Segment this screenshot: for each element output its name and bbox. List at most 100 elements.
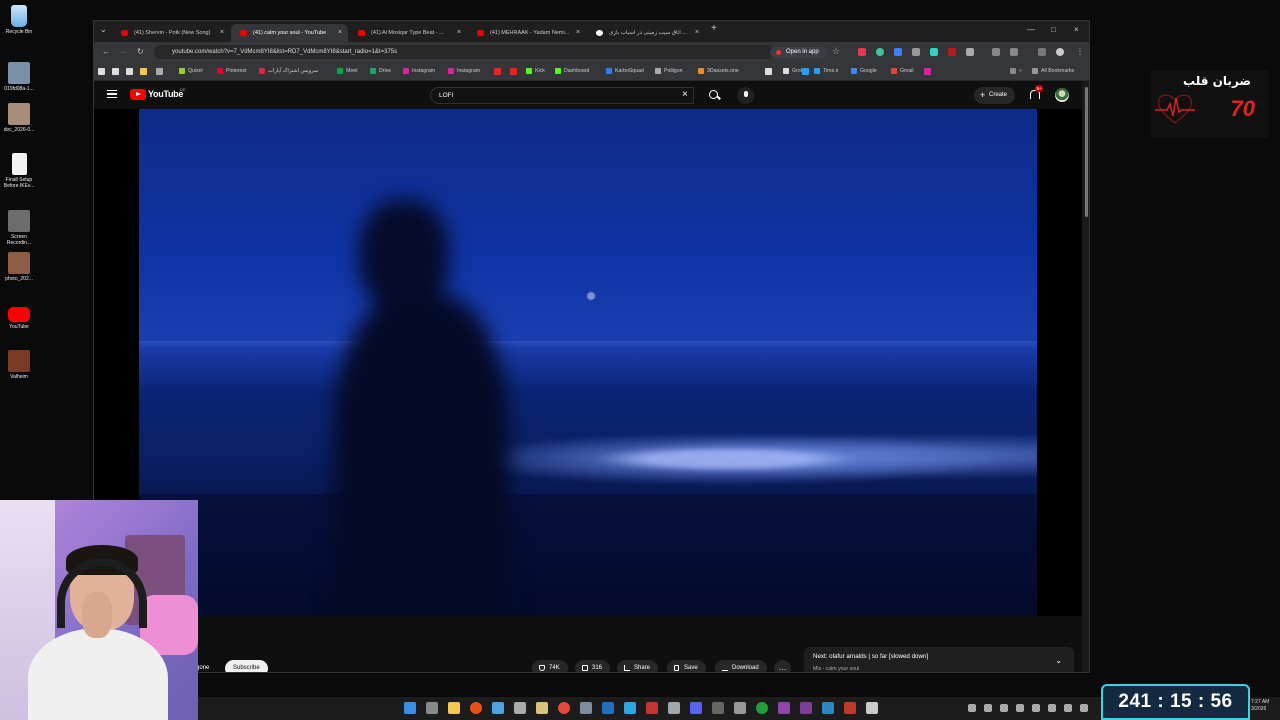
- telegram-icon[interactable]: [624, 702, 636, 714]
- tab-mehraak[interactable]: (41) MEHRAAK - Yadam Nemi... ×: [468, 24, 586, 42]
- taskbar-app-icon[interactable]: [844, 702, 856, 714]
- taskbar-app-icon[interactable]: [492, 702, 504, 714]
- tray-icon[interactable]: [984, 704, 992, 712]
- desktop-icon-document[interactable]: Finall Setup Before IKEv...: [2, 153, 36, 189]
- browser-menu-icon[interactable]: ⋮: [1076, 47, 1084, 56]
- bookmark-icon[interactable]: [924, 68, 931, 75]
- bookmark-drive[interactable]: Drive: [370, 67, 391, 75]
- taskbar-app-icon[interactable]: [756, 702, 768, 714]
- minimize-icon[interactable]: —: [1027, 25, 1035, 34]
- close-tab-icon[interactable]: ×: [220, 24, 224, 42]
- taskbar-app-icon[interactable]: [712, 702, 724, 714]
- comments-button[interactable]: 316: [575, 660, 611, 672]
- desktop-icon-youtube[interactable]: YouTube: [2, 305, 36, 330]
- tab-al-mosiqar[interactable]: (41) Al Mosiqar Type Beat - ... ×: [349, 24, 467, 42]
- discord-icon[interactable]: [690, 702, 702, 714]
- bookmark-folder-icon[interactable]: [140, 68, 147, 75]
- bookmark-folder-icon[interactable]: [126, 68, 133, 75]
- extensions-puzzle-icon[interactable]: [966, 48, 974, 56]
- tab-search-icon[interactable]: ⌄: [100, 25, 107, 34]
- clear-search-icon[interactable]: ×: [682, 89, 688, 100]
- more-actions-icon[interactable]: …: [774, 660, 791, 672]
- taskbar-app-icon[interactable]: [778, 702, 790, 714]
- taskbar-app-icon[interactable]: [580, 702, 592, 714]
- all-bookmarks-button[interactable]: All Bookmarks: [1032, 67, 1074, 75]
- apps-grid-icon[interactable]: [156, 68, 163, 75]
- taskbar-app-icon[interactable]: [470, 702, 482, 714]
- tab-persian[interactable]: اتاق سیب زمینی در اسباب بازی ... ×: [587, 24, 705, 42]
- account-avatar[interactable]: [1055, 88, 1069, 102]
- open-in-app-button[interactable]: Open in app: [770, 47, 827, 58]
- bookmark-3dassets[interactable]: 3Dassets.one: [698, 67, 739, 75]
- file-explorer-icon[interactable]: [448, 702, 460, 714]
- bookmark-quixel[interactable]: Quixel: [179, 67, 203, 75]
- tray-icon[interactable]: [968, 704, 976, 712]
- tray-icon[interactable]: [1080, 704, 1088, 712]
- desktop-icon-image[interactable]: Screen Recordin...: [2, 210, 36, 246]
- extension-icon[interactable]: [912, 48, 920, 56]
- bookmark-timeir[interactable]: Time.ir: [814, 67, 839, 75]
- microphone-icon[interactable]: [737, 87, 754, 104]
- channel-name[interactable]: gone: [196, 665, 209, 671]
- taskbar-app-icon[interactable]: [866, 702, 878, 714]
- bookmark-icon[interactable]: [510, 68, 517, 75]
- close-tab-icon[interactable]: ×: [576, 24, 580, 42]
- close-tab-icon[interactable]: ×: [457, 24, 461, 42]
- more-bookmarks-icon[interactable]: »: [1010, 67, 1022, 75]
- taskbar-app-icon[interactable]: [822, 702, 834, 714]
- desktop-icon-recycle-bin[interactable]: Recycle Bin: [2, 5, 36, 35]
- bookmark-meet[interactable]: Meet: [337, 67, 358, 75]
- desktop-icon-image[interactable]: doc_2026-0...: [2, 103, 36, 133]
- start-icon[interactable]: [404, 702, 416, 714]
- like-button[interactable]: 74K: [532, 660, 568, 672]
- page-scrollbar[interactable]: [1082, 81, 1089, 672]
- search-icon[interactable]: [702, 87, 726, 104]
- up-next-card[interactable]: Next: olafur arnalds | so far [slowed do…: [804, 647, 1074, 672]
- task-view-icon[interactable]: [426, 702, 438, 714]
- downloads-icon[interactable]: [1038, 48, 1046, 56]
- bookmark-dashboard[interactable]: Dashboard: [555, 67, 589, 75]
- desktop-icon-valheim[interactable]: Valheim: [2, 350, 36, 380]
- desktop-icon-image[interactable]: photo_202...: [2, 252, 36, 282]
- extension-icon[interactable]: [992, 48, 1000, 56]
- bookmark-icon[interactable]: [765, 68, 772, 75]
- new-tab-icon[interactable]: +: [711, 23, 717, 34]
- maximize-icon[interactable]: □: [1051, 25, 1056, 34]
- video-player[interactable]: [94, 109, 1082, 616]
- chevron-down-icon[interactable]: ⌄: [1055, 656, 1062, 665]
- tray-icon[interactable]: [1016, 704, 1024, 712]
- bookmark-instagram[interactable]: Instagram: [448, 67, 480, 75]
- tray-icon[interactable]: [1064, 704, 1072, 712]
- bookmark-aparat[interactable]: سرویس اشتراک آپارات: [259, 67, 318, 75]
- bookmark-instagram[interactable]: Instagram: [403, 67, 435, 75]
- calculator-icon[interactable]: [668, 702, 680, 714]
- extension-icon[interactable]: [948, 48, 956, 56]
- sidebar-icon[interactable]: [1010, 48, 1018, 56]
- bookmark-kick[interactable]: Kick: [526, 67, 545, 75]
- tray-icon[interactable]: [1032, 704, 1040, 712]
- extension-icon[interactable]: [876, 48, 884, 56]
- reload-icon[interactable]: ↻: [137, 47, 144, 56]
- taskbar-app-icon[interactable]: [800, 702, 812, 714]
- bookmark-icon[interactable]: [802, 68, 809, 75]
- settings-gear-icon[interactable]: [514, 702, 526, 714]
- close-tab-icon[interactable]: ×: [695, 24, 699, 42]
- tab-calm-your-soul[interactable]: (41) calm your soul - YouTube ×: [231, 24, 348, 42]
- create-button[interactable]: Create: [974, 87, 1016, 104]
- bookmark-grok[interactable]: Grok: [783, 67, 803, 75]
- close-tab-icon[interactable]: ×: [338, 24, 342, 42]
- bookmark-gmail[interactable]: Gmail: [891, 67, 914, 75]
- extension-icon[interactable]: [858, 48, 866, 56]
- bookmark-icon[interactable]: [494, 68, 501, 75]
- forward-icon[interactable]: →: [119, 47, 127, 56]
- save-button[interactable]: Save: [667, 660, 706, 672]
- bookmark-star-icon[interactable]: ☆: [832, 46, 840, 57]
- extension-icon[interactable]: [894, 48, 902, 56]
- taskbar-app-icon[interactable]: [734, 702, 746, 714]
- download-button[interactable]: Download: [715, 660, 767, 672]
- steam-icon[interactable]: [602, 702, 614, 714]
- share-button[interactable]: Share: [617, 660, 659, 672]
- tray-clock[interactable]: 7:27 AM 3/2026: [1251, 699, 1269, 713]
- tray-icon[interactable]: [1048, 704, 1056, 712]
- bookmark-google[interactable]: Google: [851, 67, 877, 75]
